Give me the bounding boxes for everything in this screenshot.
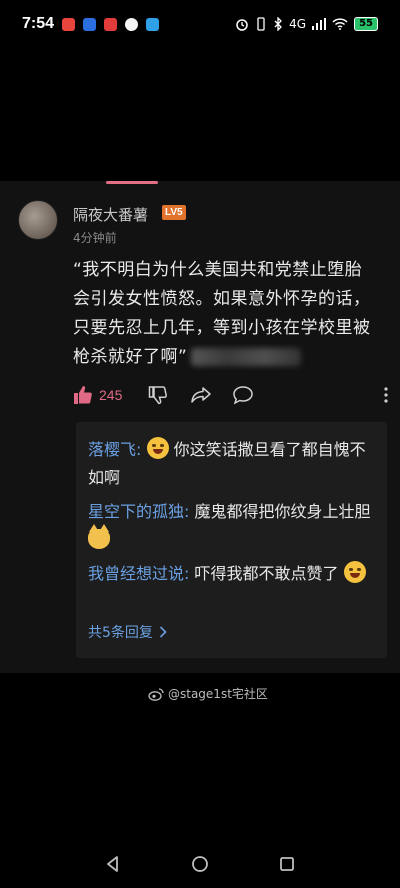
- chevron-right-icon: [159, 626, 167, 638]
- reply-author[interactable]: 星空下的孤独:: [88, 502, 189, 521]
- weibo-icon: [148, 687, 164, 701]
- reply-text: 吓得我都不敢点赞了: [194, 564, 339, 583]
- watermark-text: @stage1st宅社区: [168, 687, 268, 701]
- vibrate-icon: [257, 17, 265, 31]
- tears-of-joy-emoji-icon: [343, 561, 366, 583]
- avatar[interactable]: [18, 200, 58, 240]
- clock: 7:54: [22, 15, 55, 32]
- dislike-button[interactable]: [148, 385, 168, 405]
- network-type: 4G: [289, 17, 307, 31]
- thumbs-down-icon: [149, 386, 168, 405]
- share-button[interactable]: [190, 385, 212, 405]
- blurred-content: [191, 348, 302, 366]
- notification-app-icon: [104, 17, 118, 31]
- navigation-bar: [0, 840, 400, 888]
- more-vertical-icon: [384, 387, 388, 403]
- reply-item[interactable]: 星空下的孤独: 魔鬼都得把你纹身上壮胆: [88, 498, 378, 554]
- more-options-button[interactable]: [383, 386, 389, 404]
- comment-username[interactable]: 隔夜大番薯: [73, 204, 148, 225]
- tab-indicator: [106, 181, 158, 184]
- status-bar: 7:54 4G 55: [0, 0, 400, 48]
- notification-app-icon: [62, 17, 76, 31]
- reply-text: 魔鬼都得把你纹身上壮胆: [194, 502, 371, 521]
- reply-item[interactable]: 我曾经想过说: 吓得我都不敢点赞了: [88, 560, 378, 588]
- replies-panel: 落樱飞: 你这笑话撒旦看了都自愧不如啊 星空下的孤独: 魔鬼都得把你纹身上壮胆 …: [76, 422, 387, 658]
- comment-timestamp: 4分钟前: [73, 231, 117, 245]
- reply-button[interactable]: [232, 385, 254, 405]
- view-all-replies-label: 共5条回复: [88, 625, 153, 641]
- status-right: 4G 55: [235, 17, 378, 31]
- comment-bubble-icon: [233, 386, 254, 405]
- bluetooth-icon: [274, 17, 283, 31]
- home-icon[interactable]: [191, 855, 209, 873]
- battery-indicator: 55: [354, 17, 378, 31]
- status-left: 7:54: [22, 15, 160, 33]
- cat-emoji-icon: [88, 524, 110, 549]
- notification-app-icon: [83, 17, 97, 31]
- notification-app-icon: [146, 17, 160, 31]
- location-icon: [125, 17, 139, 31]
- level-badge: LV5: [162, 205, 186, 220]
- watermark: @stage1st宅社区: [148, 685, 268, 702]
- comment-actions: 245: [73, 384, 389, 406]
- thumbs-up-icon: [74, 386, 92, 404]
- share-icon: [191, 387, 212, 403]
- reply-author[interactable]: 我曾经想过说:: [88, 564, 189, 583]
- back-icon[interactable]: [104, 855, 122, 873]
- like-count: 245: [99, 387, 123, 403]
- reply-item[interactable]: 落樱飞: 你这笑话撒旦看了都自愧不如啊: [88, 436, 378, 492]
- laughing-emoji-icon: [146, 437, 169, 459]
- signal-icon: [312, 18, 327, 30]
- comment-body: “我不明白为什么美国共和党禁止堕胎会引发女性愤怒。如果意外怀孕的话，只要先忍上几…: [73, 256, 379, 372]
- alarm-icon: [236, 19, 248, 31]
- view-all-replies-link[interactable]: 共5条回复: [88, 622, 167, 642]
- recents-icon[interactable]: [278, 855, 296, 873]
- reply-author[interactable]: 落樱飞:: [88, 440, 141, 459]
- wifi-icon: [332, 18, 348, 30]
- like-button[interactable]: 245: [73, 385, 122, 405]
